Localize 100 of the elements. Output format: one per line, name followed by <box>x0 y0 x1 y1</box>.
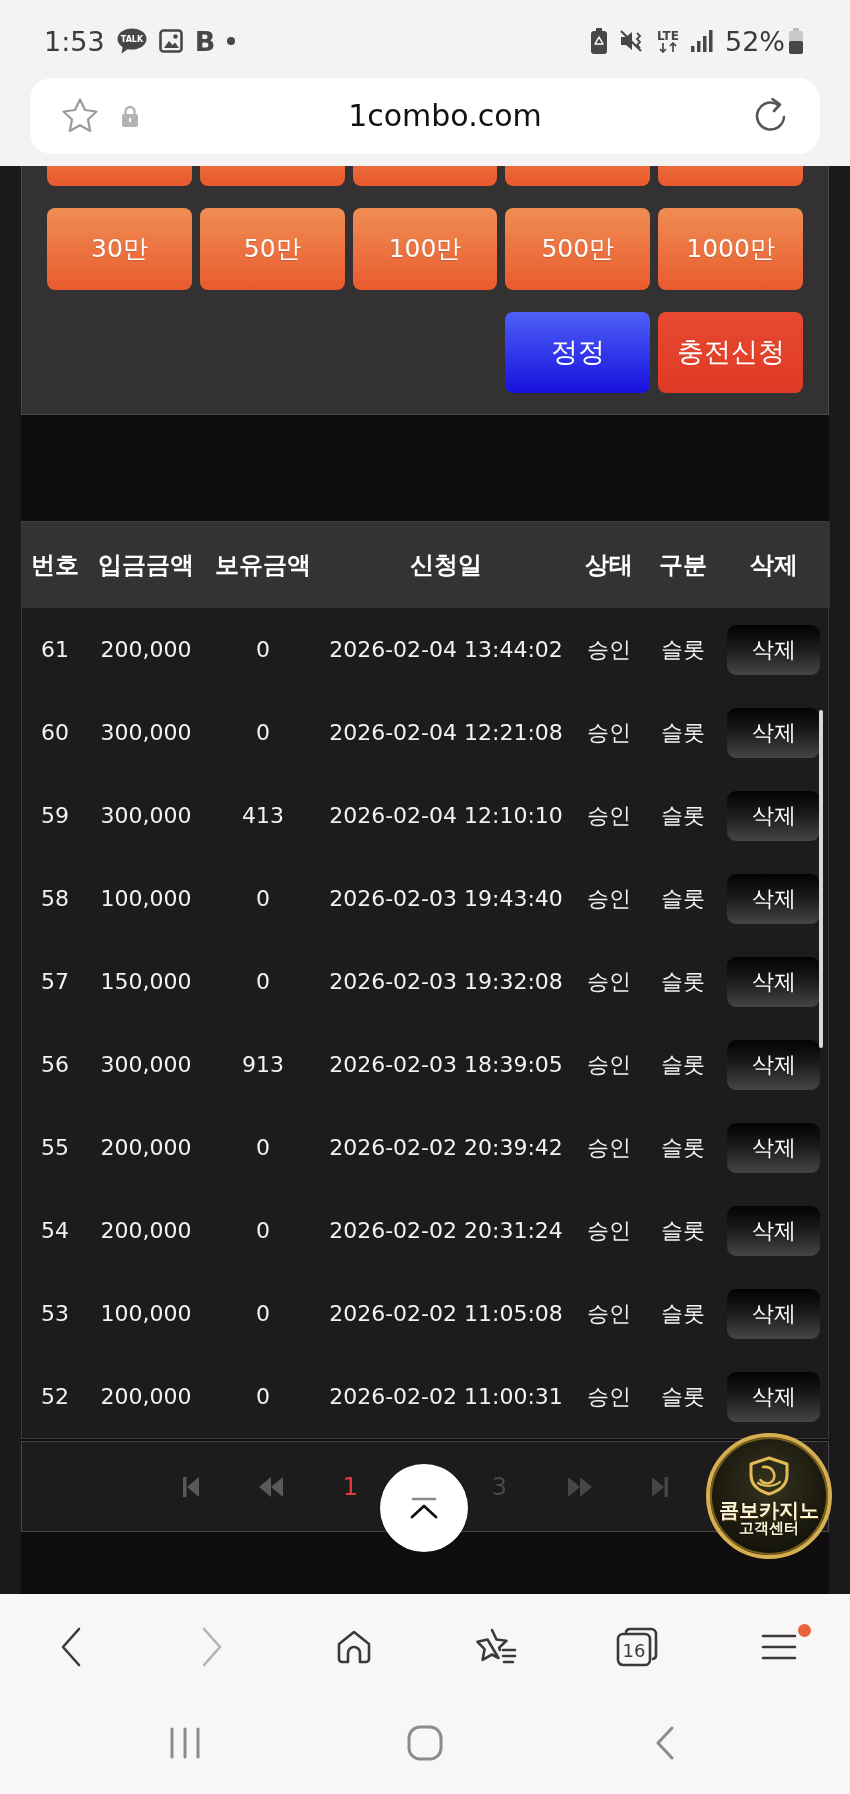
network-type: LTE <box>656 29 679 42</box>
table-cell-text: 2026-02-02 20:39:42 <box>328 1134 564 1162</box>
table-cell: 2026-02-04 13:44:02 <box>322 608 570 691</box>
table-cell-text: 2026-02-03 19:32:08 <box>328 968 564 996</box>
delete-button[interactable]: 삭제 <box>727 956 820 1007</box>
delete-button[interactable]: 삭제 <box>727 624 820 675</box>
delete-button[interactable]: 삭제 <box>727 1371 820 1422</box>
bookmark-star-icon[interactable] <box>60 97 100 135</box>
table-cell-text: 300,000 <box>99 1051 193 1079</box>
page-link[interactable]: 1 <box>342 1474 359 1499</box>
charge-request-button[interactable]: 충전신청 <box>658 312 803 393</box>
table-cell-text: 150,000 <box>99 968 193 996</box>
table-cell: 200,000 <box>88 608 204 691</box>
correction-button[interactable]: 정정 <box>505 312 650 393</box>
column-header: 신청일 <box>322 522 570 608</box>
table-cell-text: 53 <box>40 1300 70 1328</box>
amount-button[interactable] <box>352 166 498 186</box>
battery-percentage: 52% <box>725 27 785 55</box>
menu-icon[interactable] <box>761 1633 798 1661</box>
table-cell-text: 200,000 <box>99 1217 193 1245</box>
url-text[interactable]: 1combo.com <box>348 101 542 131</box>
delete-button[interactable]: 삭제 <box>727 1205 820 1256</box>
table-cell-text: 승인 <box>586 1217 632 1245</box>
dot-icon <box>227 37 236 45</box>
chat-app-notification: TALK <box>116 28 147 54</box>
table-cell-text: 200,000 <box>99 1383 193 1411</box>
table-cell-text: 승인 <box>586 719 632 747</box>
table-cell-text: 413 <box>241 802 285 830</box>
image-icon <box>158 29 183 53</box>
table-cell-text: 0 <box>255 1300 271 1328</box>
table-cell-text: 0 <box>255 968 271 996</box>
table-cell-text: 슬롯 <box>659 719 706 747</box>
back-icon[interactable] <box>59 1627 82 1667</box>
home-icon[interactable] <box>336 1629 373 1665</box>
column-header: 상태 <box>570 522 648 608</box>
table-cell-text: 승인 <box>586 1383 632 1411</box>
table-cell-text: 0 <box>255 885 271 913</box>
delete-button[interactable]: 삭제 <box>727 1122 820 1173</box>
signal-icon <box>691 30 713 52</box>
table-cell-text: 60 <box>40 719 70 747</box>
table-cell-text: 300,000 <box>99 802 193 830</box>
table-cell-text: 913 <box>241 1051 285 1079</box>
table-cell-text: 슬롯 <box>659 968 706 996</box>
table-cell-text: 200,000 <box>99 1134 193 1162</box>
table-cell-text: 300,000 <box>99 719 193 747</box>
column-header: 입금금액 <box>88 522 204 608</box>
table-cell-text: 58 <box>40 885 70 913</box>
table-cell-text: 2026-02-04 12:10:10 <box>328 802 564 830</box>
table-cell-text: 승인 <box>586 968 632 996</box>
last-page-icon[interactable] <box>651 1476 668 1497</box>
table-cell: 61 <box>22 608 88 691</box>
table-cell-text: 슬롯 <box>659 1217 706 1245</box>
delete-button[interactable]: 삭제 <box>727 873 820 924</box>
table-cell: 0 <box>204 608 322 691</box>
address-bar[interactable]: 1combo.com <box>30 78 820 154</box>
table-cell-text: 슬롯 <box>659 885 706 913</box>
table-cell-text: 56 <box>40 1051 70 1079</box>
table-cell-text: 2026-02-02 20:31:24 <box>328 1217 564 1245</box>
table-cell-text: 승인 <box>586 1051 632 1079</box>
first-page-icon[interactable] <box>182 1476 199 1497</box>
scrollbar-thumb[interactable] <box>819 710 823 1048</box>
lock-icon <box>121 105 139 127</box>
delete-button[interactable]: 삭제 <box>727 1039 820 1090</box>
table-cell-text: 슬롯 <box>659 802 706 830</box>
table-cell-text: 슬롯 <box>659 1300 706 1328</box>
table-cell: 슬롯 <box>648 608 717 691</box>
table-cell-text: 0 <box>255 1383 271 1411</box>
table-cell-text: 2026-02-03 18:39:05 <box>328 1051 564 1079</box>
table-cell-text: 승인 <box>586 802 632 830</box>
table-cell-text: 54 <box>40 1217 70 1245</box>
battery-icon <box>789 28 803 54</box>
table-cell-text: 2026-02-04 12:21:08 <box>328 719 564 747</box>
column-header: 삭제 <box>717 522 830 608</box>
column-header: 보유금액 <box>204 522 322 608</box>
table-cell: 승인 <box>570 608 648 691</box>
previous-page-icon[interactable] <box>258 1476 283 1497</box>
next-page-icon[interactable] <box>567 1476 592 1497</box>
shield-icon <box>747 1455 791 1496</box>
table-cell-text: 승인 <box>586 1300 632 1328</box>
app-letter-notification: B <box>194 27 216 55</box>
table-cell-text: 0 <box>255 1134 271 1162</box>
delete-button[interactable]: 삭제 <box>727 790 820 841</box>
delete-button[interactable]: 삭제 <box>727 707 820 758</box>
recent-apps-icon[interactable] <box>169 1727 201 1759</box>
table-cell-text: 52 <box>40 1383 70 1411</box>
table-cell-text: 2026-02-02 11:00:31 <box>328 1383 564 1411</box>
table-cell-text: 57 <box>40 968 70 996</box>
data-arrows-icon <box>657 41 678 53</box>
clock-time: 1:53 <box>44 27 105 55</box>
table-cell-text: 2026-02-03 19:43:40 <box>328 885 564 913</box>
column-header: 번호 <box>22 522 88 608</box>
table-cell-text: 슬롯 <box>659 1134 706 1162</box>
table-cell-text: 55 <box>40 1134 70 1162</box>
table-cell-text: 59 <box>40 802 70 830</box>
bookmarks-icon[interactable] <box>474 1628 517 1666</box>
table-cell-text: 슬롯 <box>659 1383 706 1411</box>
table-cell-text: 승인 <box>586 1134 632 1162</box>
delete-button[interactable]: 삭제 <box>727 1288 820 1339</box>
table-cell-text: 0 <box>255 1217 271 1245</box>
table-cell-text: 2026-02-02 11:05:08 <box>328 1300 564 1328</box>
